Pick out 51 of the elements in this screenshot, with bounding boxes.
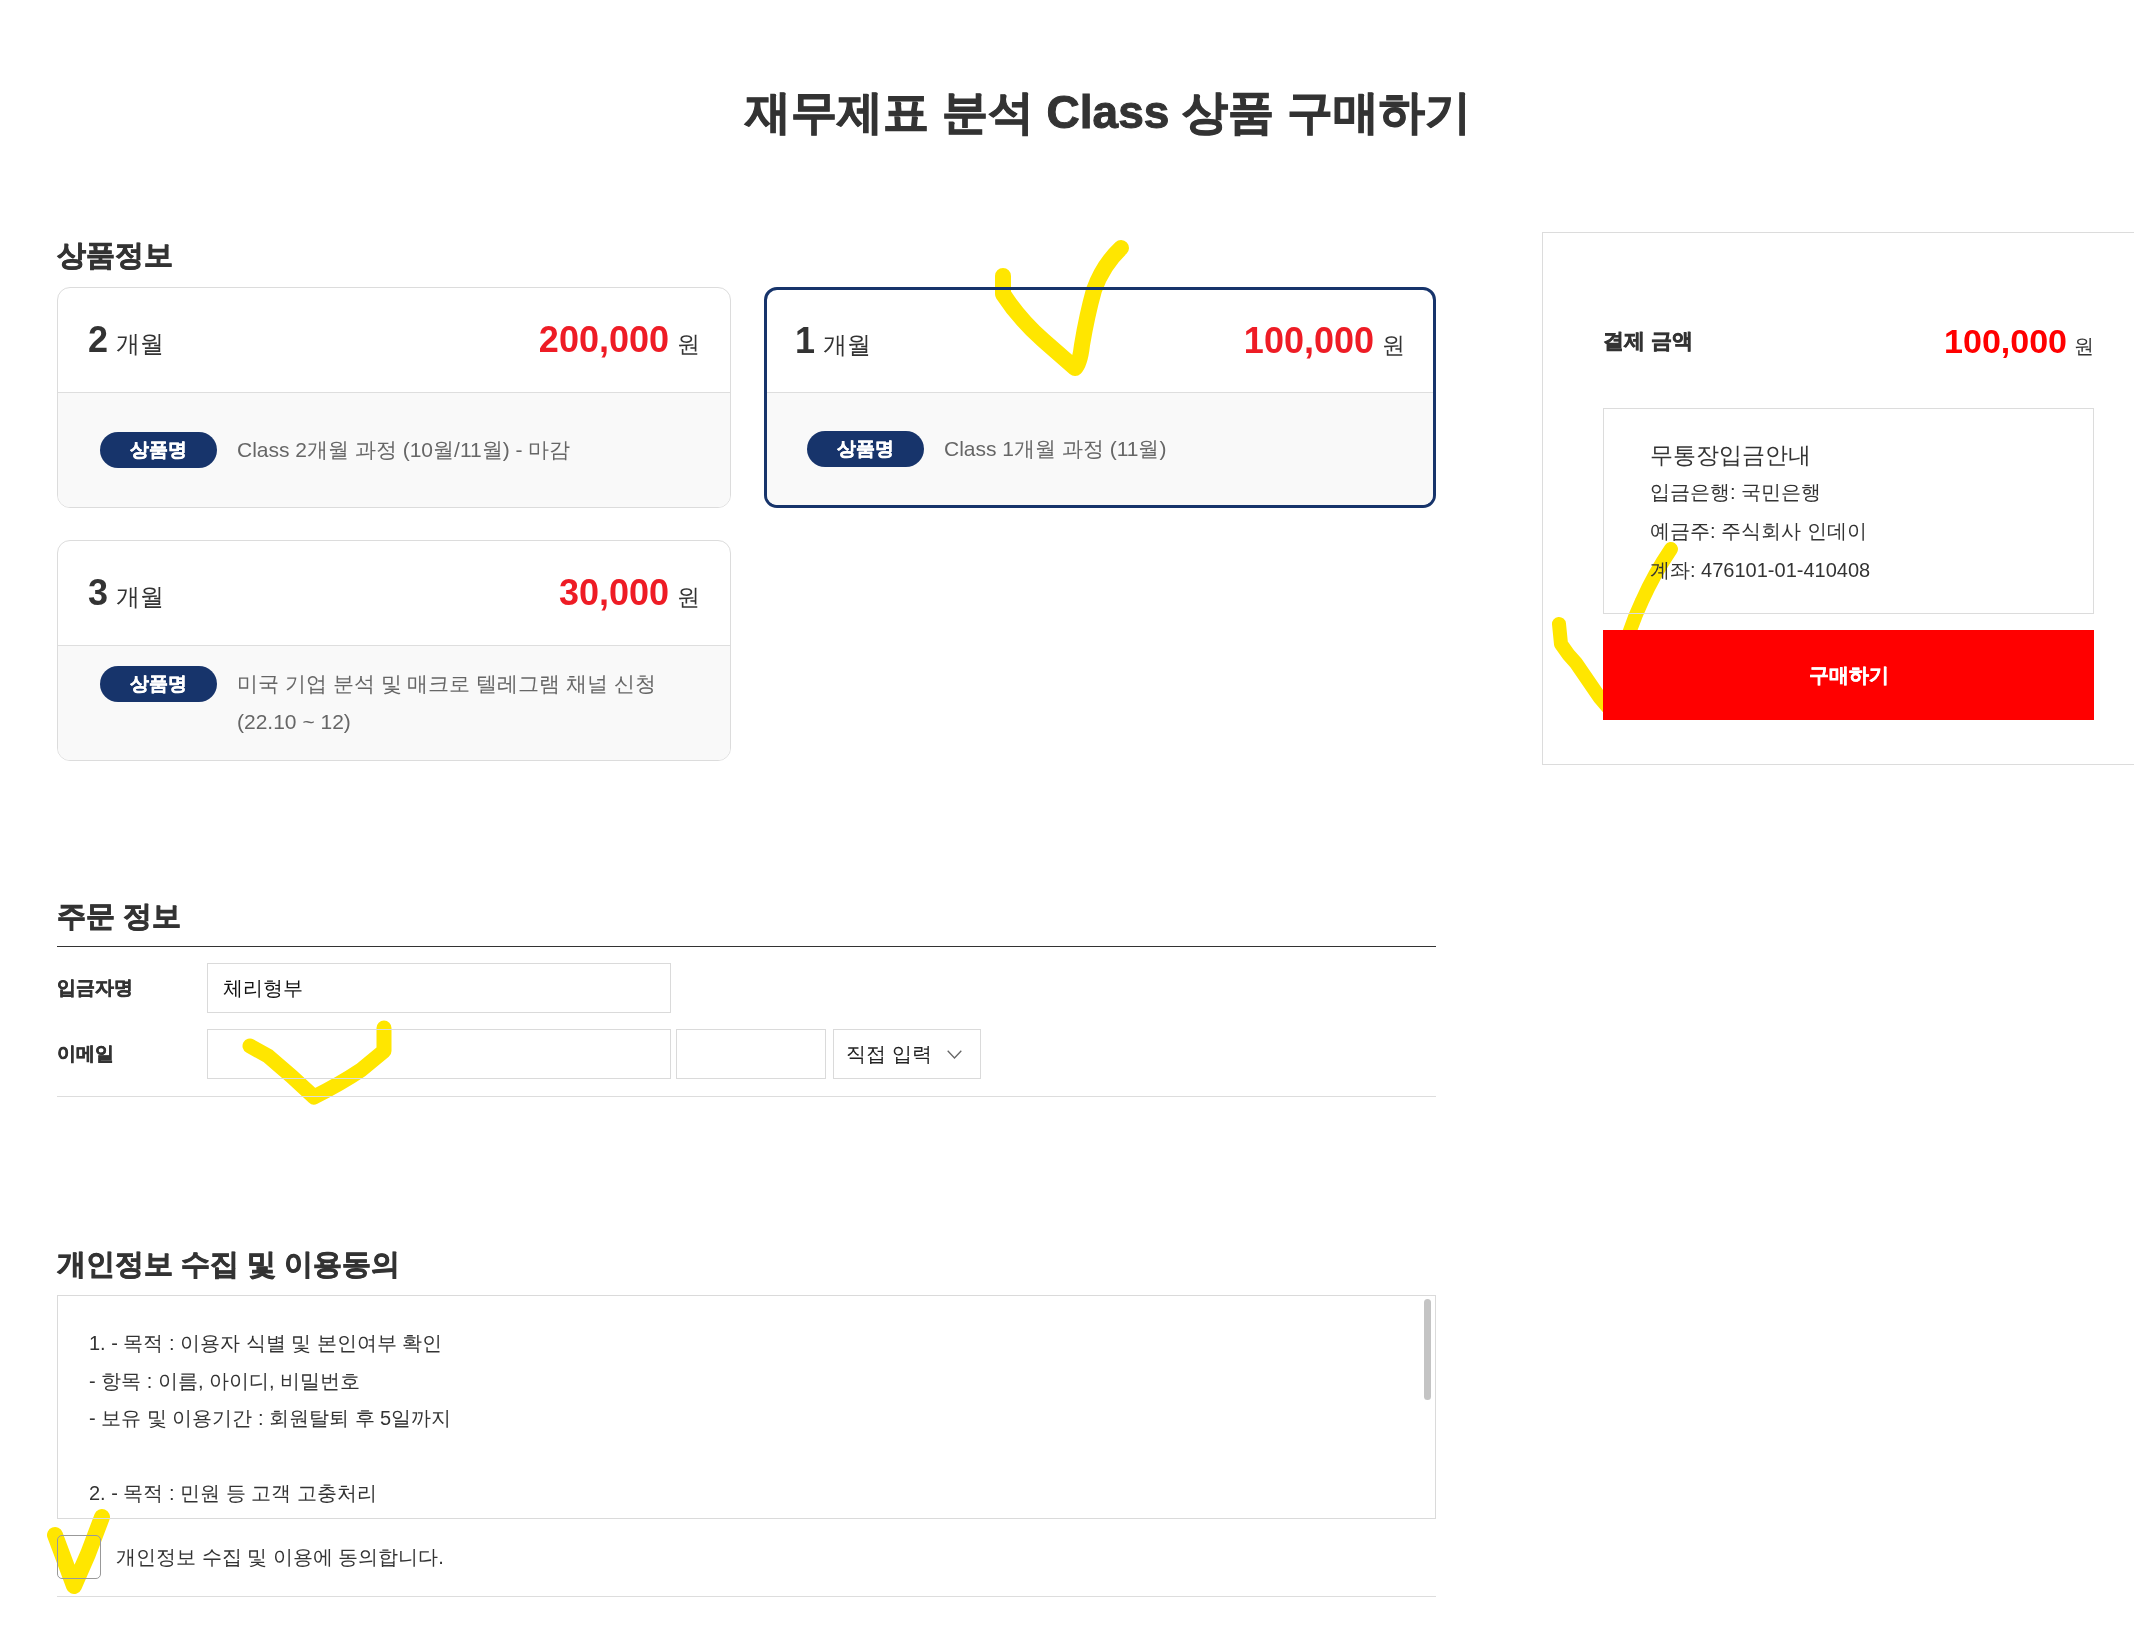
duration-unit: 개월 xyxy=(116,582,165,612)
bank-info-line: 입금은행: 국민은행 xyxy=(1650,480,1822,505)
email-domain-field[interactable] xyxy=(676,1029,826,1079)
chevron-down-icon xyxy=(946,1049,962,1059)
purchase-button[interactable]: 구매하기 xyxy=(1603,630,2094,720)
duration-number: 3 xyxy=(88,572,109,614)
scrollbar[interactable] xyxy=(1424,1299,1431,1400)
terms-scroll-area[interactable]: 1. - 목적 : 이용자 식별 및 본인여부 확인 - 항목 : 이름, 아이디, 비밀번호 - 보유 및 이용기간 : 회원탈퇴 후 5일까지 2. - 목적 : 민원 등 고객 고충처리 xyxy=(57,1295,1436,1519)
terms-line: - 보유 및 이용기간 : 회원탈퇴 후 5일까지 xyxy=(89,1406,452,1431)
section-heading: 주문 정보 xyxy=(57,899,182,934)
currency-unit: 원 xyxy=(2074,333,2094,359)
handdrawn-check-icon xyxy=(45,1508,111,1596)
terms-line: - 항목 : 이름, 아이디, 비밀번호 xyxy=(89,1368,361,1394)
currency-unit: 원 xyxy=(1382,331,1405,360)
terms-line: 2. - 목적 : 민원 등 고객 고충처리 xyxy=(89,1481,377,1506)
section-heading: 개인정보 수집 및 이용동의 xyxy=(57,1247,401,1282)
product-name-text: Class 1개월 과정 (11월) xyxy=(944,436,1167,462)
product-name-badge: 상품명 xyxy=(100,432,217,468)
bank-info-line: 예금주: 주식회사 인데이 xyxy=(1650,519,1867,544)
page-title: 재무제표 분석 Class 상품 구매하기 xyxy=(745,85,1471,140)
price-amount: 200,000 xyxy=(538,319,669,361)
duration-number: 1 xyxy=(795,320,816,362)
duration-unit: 개월 xyxy=(823,330,872,360)
product-card[interactable]: 2 개월 200,000 원 상품명 Class 2개월 과정 (10월/11월) - 마감 xyxy=(57,287,731,508)
product-card[interactable]: 1 개월 100,000 원 상품명 Class 1개월 과정 (11월) xyxy=(764,287,1436,508)
agree-label: 개인정보 수집 및 이용에 동의합니다. xyxy=(116,1544,444,1570)
bank-info-title: 무통장입금안내 xyxy=(1650,441,1811,470)
duration-unit: 개월 xyxy=(116,329,165,359)
domain-select[interactable]: 직접 입력 xyxy=(833,1029,981,1079)
price-amount: 30,000 xyxy=(558,572,669,614)
currency-unit: 원 xyxy=(677,330,700,359)
duration-number: 2 xyxy=(88,319,109,361)
handdrawn-check-icon xyxy=(240,1018,395,1108)
handdrawn-stroke-icon xyxy=(1550,615,1603,713)
field-label: 입금자명 xyxy=(57,977,133,998)
product-card[interactable]: 3 개월 30,000 원 상품명 미국 기업 분석 및 매크로 텔레그램 채널 신청 (22.10 ~ 12) xyxy=(57,540,731,761)
product-name-text: 미국 기업 분석 및 매크로 텔레그램 채널 신청 (22.10 ~ 12) xyxy=(237,671,657,735)
currency-unit: 원 xyxy=(677,583,700,612)
product-name-badge: 상품명 xyxy=(807,431,924,467)
payment-amount: 100,000 xyxy=(1944,321,2067,361)
terms-line: 1. - 목적 : 이용자 식별 및 본인여부 확인 xyxy=(89,1331,443,1356)
payment-label: 결제 금액 xyxy=(1603,328,1693,354)
product-name-text: Class 2개월 과정 (10월/11월) - 마감 xyxy=(237,437,571,463)
handdrawn-check-icon xyxy=(995,240,1129,376)
field-label: 이메일 xyxy=(57,1043,114,1064)
text-input-field[interactable]: 체리형부 xyxy=(207,963,671,1013)
email-id-field[interactable] xyxy=(207,1029,671,1079)
section-heading: 상품정보 xyxy=(57,238,173,273)
product-name-badge: 상품명 xyxy=(100,666,217,702)
price-amount: 100,000 xyxy=(1243,320,1374,362)
agree-checkbox[interactable] xyxy=(57,1535,101,1579)
